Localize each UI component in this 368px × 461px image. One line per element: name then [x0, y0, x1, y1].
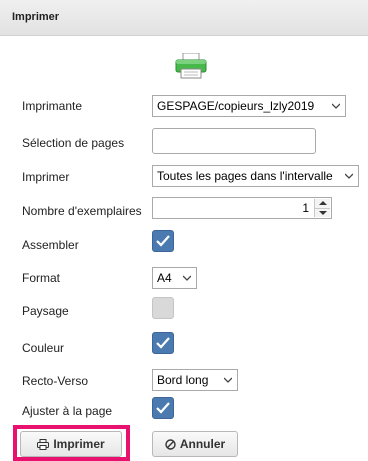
print-dialog: Imprimer Imprimante GESPAGE/copieurs_lzl… [0, 0, 368, 461]
duplex-select-value: Bord long [157, 373, 209, 387]
format-label: Format [22, 271, 61, 285]
print-button-label: Imprimer [53, 437, 105, 451]
collate-label: Assembler [22, 238, 79, 252]
print-range-select-value: Toutes les pages dans l'intervalle [157, 169, 333, 183]
chevron-down-icon [224, 377, 232, 383]
chevron-down-icon [183, 275, 191, 281]
copies-input[interactable]: 1 [152, 197, 332, 219]
printer-icon [175, 53, 207, 79]
decrement-arrow-icon[interactable] [315, 208, 330, 217]
print-button[interactable]: Imprimer [20, 431, 122, 457]
copies-spinner[interactable] [314, 199, 330, 217]
checkmark-icon [156, 402, 170, 414]
printer-label: Imprimante [22, 99, 83, 113]
cancel-button[interactable]: Annuler [152, 431, 238, 457]
format-select[interactable]: A4 [152, 267, 197, 289]
dialog-title: Imprimer [12, 11, 60, 23]
page-selection-label: Sélection de pages [22, 136, 125, 150]
copies-label: Nombre d'exemplaires [22, 204, 142, 218]
printer-select[interactable]: GESPAGE/copieurs_lzly2019 [152, 95, 346, 117]
duplex-select[interactable]: Bord long [152, 369, 238, 391]
dialog-titlebar: Imprimer [0, 0, 368, 36]
color-checkbox[interactable] [152, 332, 174, 354]
cancel-button-label: Annuler [179, 437, 226, 451]
collate-checkbox[interactable] [152, 230, 174, 252]
color-label: Couleur [22, 341, 65, 355]
landscape-label: Paysage [22, 304, 69, 318]
format-select-value: A4 [157, 271, 172, 285]
increment-arrow-icon[interactable] [315, 199, 330, 208]
landscape-checkbox[interactable] [152, 297, 174, 319]
chevron-down-icon [332, 103, 340, 109]
page-selection-input[interactable] [152, 128, 316, 154]
printer-select-value: GESPAGE/copieurs_lzly2019 [157, 99, 315, 113]
copies-value: 1 [302, 201, 309, 215]
chevron-down-icon [345, 173, 353, 179]
fit-to-page-checkbox[interactable] [152, 397, 174, 419]
printer-small-icon [37, 439, 50, 451]
print-range-select[interactable]: Toutes les pages dans l'intervalle [152, 165, 359, 187]
fit-to-page-label: Ajuster à la page [22, 404, 113, 418]
cancel-circle-icon [165, 439, 176, 451]
checkmark-icon [156, 235, 170, 247]
duplex-label: Recto-Verso [22, 374, 89, 388]
checkmark-icon [156, 337, 170, 349]
print-range-label: Imprimer [22, 170, 70, 184]
